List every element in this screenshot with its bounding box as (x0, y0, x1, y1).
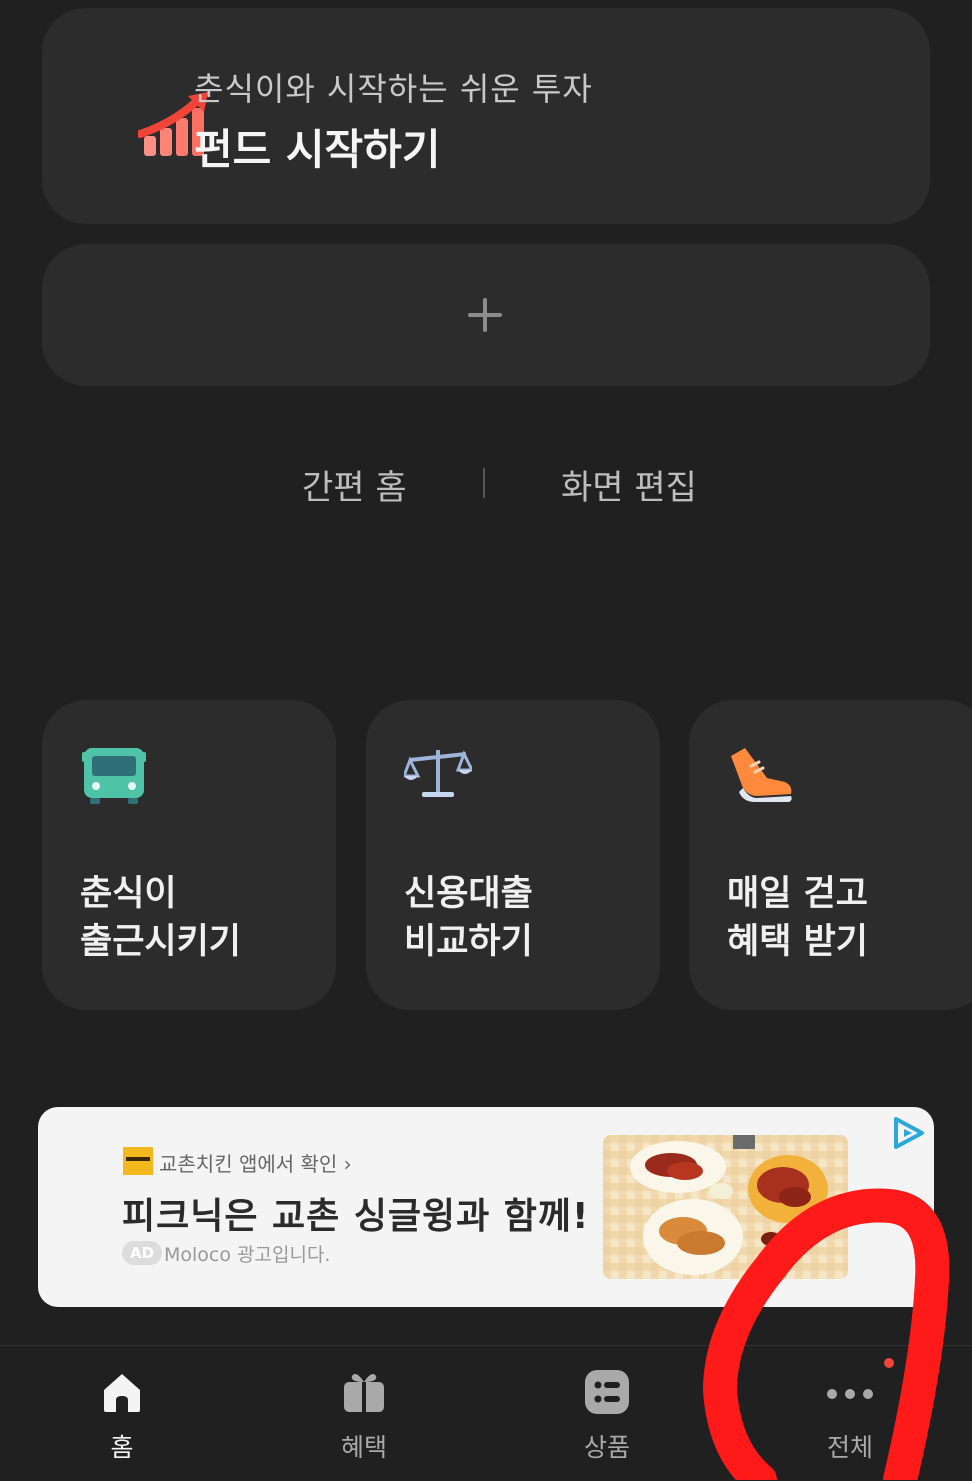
tile-walk-rewards-label: 매일 걷고 혜택 받기 (727, 874, 868, 962)
kyochon-logo-icon (123, 1147, 153, 1175)
scale-icon (401, 742, 475, 810)
home-icon (104, 1374, 140, 1412)
fund-title: 펀드 시작하기 (194, 125, 441, 174)
ad-badge: AD (122, 1241, 163, 1265)
bus-icon (80, 742, 148, 810)
ad-headline: 피크닉은 교촌 싱글윙과 함께! (122, 1196, 590, 1237)
products-icon (585, 1370, 629, 1414)
tile-credit-loan-label: 신용대출 비교하기 (404, 874, 533, 962)
link-divider (483, 468, 485, 498)
home-options: 간편 홈 화면 편집 (0, 460, 972, 510)
adchoices-icon[interactable] (890, 1115, 926, 1151)
more-icon (827, 1389, 873, 1399)
ad-sponsor-text: Moloco 광고입니다. (164, 1244, 331, 1266)
tab-all[interactable]: 전체 (780, 1346, 920, 1481)
tab-products[interactable]: 상품 (537, 1346, 677, 1481)
tile-credit-loan[interactable]: 신용대출 비교하기 (366, 700, 660, 1010)
tile-commute-label: 춘식이 출근시키기 (80, 874, 242, 962)
tab-products-label: 상품 (583, 1433, 630, 1462)
fund-start-card[interactable]: 춘식이와 시작하는 쉬운 투자 펀드 시작하기 (42, 8, 930, 224)
notification-dot (884, 1358, 894, 1368)
gift-icon (344, 1374, 384, 1412)
tile-walk-rewards[interactable]: 매일 걷고 혜택 받기 (689, 700, 972, 1010)
sneaker-icon (727, 742, 795, 810)
ad-banner[interactable]: 교촌치킨 앱에서 확인 › 피크닉은 교촌 싱글윙과 함께! AD Moloco… (38, 1107, 934, 1307)
tab-home[interactable]: 홈 (52, 1346, 192, 1481)
plus-icon (468, 298, 502, 332)
edit-screen-link[interactable]: 화면 편집 (561, 460, 697, 509)
fund-subtitle: 춘식이와 시작하는 쉬운 투자 (194, 70, 593, 108)
ad-brand-link[interactable]: 교촌치킨 앱에서 확인 › (159, 1148, 352, 1177)
add-widget-card[interactable] (42, 244, 930, 386)
bottom-tab-bar: 홈 혜택 상품 전체 (0, 1345, 972, 1481)
tab-all-label: 전체 (826, 1433, 873, 1462)
tab-benefits[interactable]: 혜택 (294, 1346, 434, 1481)
tab-home-label: 홈 (110, 1433, 134, 1462)
simple-home-link[interactable]: 간편 홈 (302, 460, 407, 509)
tile-commute[interactable]: 춘식이 출근시키기 (42, 700, 336, 1010)
tab-benefits-label: 혜택 (340, 1433, 387, 1462)
chicken-photo (603, 1135, 848, 1279)
